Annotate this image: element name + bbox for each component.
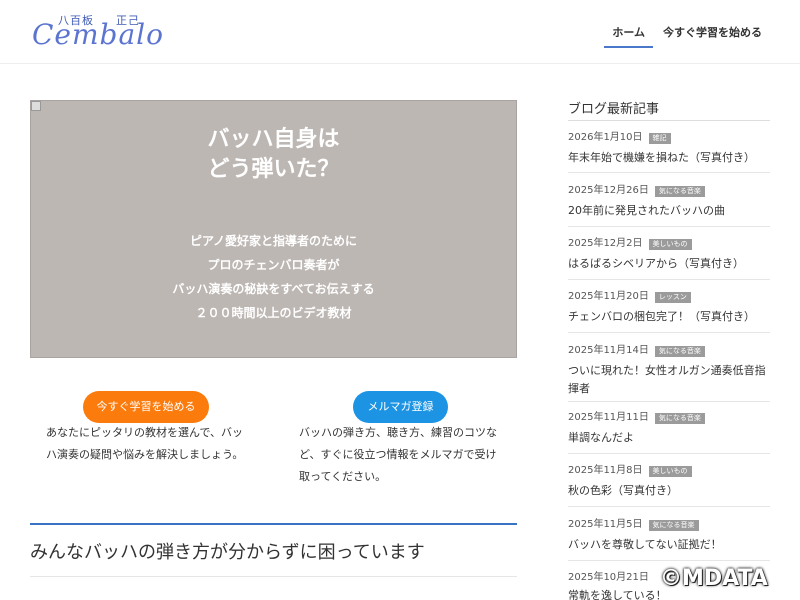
post-title[interactable]: バッハを尊敬してない証拠だ！ <box>568 536 770 554</box>
start-learning-description: あなたにピッタリの教材を選んで、バッハ演奏の疑問や悩みを解決しましょう。 <box>46 426 244 461</box>
hero-title-line-1: バッハ自身は <box>207 127 340 152</box>
logo-script: Cembalo <box>32 18 164 51</box>
post-date: 2025年11月8日 <box>568 465 643 476</box>
sidebar-title: ブログ最新記事 <box>568 102 660 117</box>
post-title[interactable]: 単調なんだよ <box>568 429 770 447</box>
blog-post-item[interactable]: 2025年11月14日 気になる音楽 ついに現れた！女性オルガン通奏低音指揮者 <box>568 344 770 402</box>
sidebar-divider <box>568 120 770 121</box>
hero-banner: バッハ自身は どう弾いた？ ピアノ愛好家と指導者のために プロのチェンバロ奏者が… <box>30 100 517 358</box>
post-title[interactable]: 年末年始で機嫌を損ねた（写真付き） <box>568 149 770 167</box>
copyright-watermark: ©MDATA <box>660 566 768 591</box>
post-category-badge[interactable]: 気になる音楽 <box>654 345 705 357</box>
broken-image-icon <box>31 101 41 111</box>
post-date: 2025年12月2日 <box>568 238 643 249</box>
blog-post-item[interactable]: 2025年12月2日 美しいもの はるばるシベリアから（写真付き） <box>568 237 770 280</box>
site-header: 八百板 正己 Cembalo ホーム 今すぐ学習を始める <box>0 0 800 64</box>
post-date: 2025年10月21日 <box>568 572 649 583</box>
post-title[interactable]: チェンバロの梱包完了！（写真付き） <box>568 308 770 326</box>
start-learning-button[interactable]: 今すぐ学習を始める <box>83 391 209 423</box>
post-date: 2025年11月20日 <box>568 291 649 302</box>
post-category-badge[interactable]: 気になる音楽 <box>648 519 699 531</box>
post-category-badge[interactable]: 気になる音楽 <box>654 412 705 424</box>
hero-sub-line-4: ２００時間以上のビデオ教材 <box>195 306 352 320</box>
newsletter-button[interactable]: メルマガ登録 <box>353 391 448 423</box>
hero-sub-line-3: バッハ演奏の秘訣をすべてお伝えする <box>172 282 375 296</box>
post-title[interactable]: ついに現れた！女性オルガン通奏低音指揮者 <box>568 362 770 398</box>
post-date: 2025年11月14日 <box>568 345 649 356</box>
section-divider <box>30 523 517 525</box>
post-title[interactable]: 20年前に発見されたバッハの曲 <box>568 202 770 220</box>
post-category-badge[interactable]: 気になる音楽 <box>654 185 705 197</box>
post-date: 2025年12月26日 <box>568 185 649 196</box>
blog-post-item[interactable]: 2025年11月20日 レッスン チェンバロの梱包完了！（写真付き） <box>568 290 770 333</box>
section-title: みんなバッハの弾き方が分からずに困っています <box>30 542 425 563</box>
post-title[interactable]: はるばるシベリアから（写真付き） <box>568 255 770 273</box>
hero-title: バッハ自身は どう弾いた？ <box>31 125 516 185</box>
post-category-badge[interactable]: 美しいもの <box>648 465 692 477</box>
post-category-badge[interactable]: 美しいもの <box>648 238 692 250</box>
hero-sub-line-1: ピアノ愛好家と指導者のために <box>190 234 357 248</box>
post-category-badge[interactable]: 雑記 <box>648 132 671 144</box>
post-date: 2025年11月5日 <box>568 519 643 530</box>
site-logo[interactable]: 八百板 正己 Cembalo <box>30 10 163 51</box>
nav-start-learning[interactable]: 今すぐ学習を始める <box>655 16 770 48</box>
hero-title-line-2: どう弾いた？ <box>207 157 340 182</box>
post-category-badge[interactable]: レッスン <box>654 291 691 303</box>
hero-sub-line-2: プロのチェンバロ奏者が <box>207 258 340 272</box>
blog-post-item[interactable]: 2025年12月26日 気になる音楽 20年前に発見されたバッハの曲 <box>568 184 770 227</box>
blog-post-item[interactable]: 2025年11月5日 気になる音楽 バッハを尊敬してない証拠だ！ <box>568 518 770 561</box>
post-date: 2025年11月11日 <box>568 412 649 423</box>
post-title[interactable]: 秋の色彩（写真付き） <box>568 482 770 500</box>
section-underline <box>30 576 517 577</box>
newsletter-description: バッハの弾き方、聴き方、練習のコツなど、すぐに役立つ情報をメルマガで受け取ってく… <box>299 426 497 483</box>
hero-subtitle: ピアノ愛好家と指導者のために プロのチェンバロ奏者が バッハ演奏の秘訣をすべてお… <box>31 229 516 325</box>
blog-post-item[interactable]: 2025年11月11日 気になる音楽 単調なんだよ <box>568 411 770 454</box>
post-date: 2026年1月10日 <box>568 132 643 143</box>
blog-post-item[interactable]: 2026年1月10日 雑記 年末年始で機嫌を損ねた（写真付き） <box>568 131 770 173</box>
main-nav: ホーム 今すぐ学習を始める <box>602 16 770 48</box>
blog-post-item[interactable]: 2025年11月8日 美しいもの 秋の色彩（写真付き） <box>568 464 770 507</box>
nav-home[interactable]: ホーム <box>604 16 653 48</box>
